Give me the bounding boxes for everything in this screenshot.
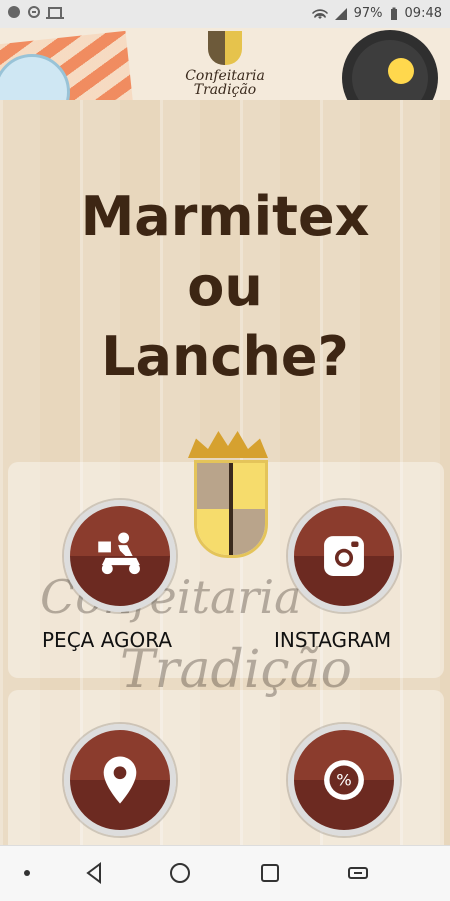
location-pin-icon	[103, 756, 137, 804]
location-button[interactable]	[64, 724, 176, 836]
egg-decoration	[388, 58, 414, 84]
android-nav-bar	[0, 845, 450, 901]
brand-name: Confeitaria Tradição	[150, 69, 300, 97]
instagram-button[interactable]	[288, 500, 400, 612]
crown-icon	[188, 431, 268, 458]
nav-dot-icon	[24, 870, 30, 876]
discount-button[interactable]: %	[288, 724, 400, 836]
title-line-2: ou	[187, 255, 263, 318]
crest-icon	[208, 31, 242, 65]
brand-line-1: Confeitaria	[185, 68, 265, 84]
battery-percent: 97%	[353, 6, 383, 21]
cell-signal-icon	[334, 7, 347, 20]
shield-icon	[194, 460, 268, 558]
instagram-icon	[324, 536, 364, 576]
status-bar: 97% 09:48	[0, 0, 450, 28]
discount-badge-icon: %	[324, 760, 364, 800]
rotate-icon[interactable]	[346, 861, 370, 885]
status-left	[8, 6, 64, 19]
page-title: Marmitex ou Lanche?	[0, 182, 450, 392]
status-right: 97% 09:48	[311, 6, 442, 21]
svg-text:%: %	[336, 770, 352, 789]
brand-logo: Confeitaria Tradição	[150, 28, 300, 100]
do-not-disturb-icon	[28, 6, 40, 18]
brand-line-2: Tradição	[193, 82, 257, 98]
delivery-button[interactable]	[64, 500, 176, 612]
app-header: Confeitaria Tradição	[0, 28, 450, 102]
battery-icon	[390, 7, 397, 20]
wifi-icon	[311, 8, 328, 19]
delivery-label: PEÇA AGORA	[42, 628, 173, 652]
recents-icon[interactable]	[258, 861, 282, 885]
instagram-label: INSTAGRAM	[274, 628, 392, 652]
back-icon[interactable]	[82, 861, 106, 885]
title-line-3: Lanche?	[101, 325, 349, 388]
notification-dot-icon	[8, 6, 20, 18]
laptop-icon	[46, 7, 64, 19]
status-time: 09:48	[404, 6, 442, 21]
emblem-icon	[188, 428, 268, 558]
home-icon[interactable]	[168, 861, 192, 885]
title-line-1: Marmitex	[80, 185, 370, 248]
delivery-scooter-icon	[98, 532, 140, 575]
